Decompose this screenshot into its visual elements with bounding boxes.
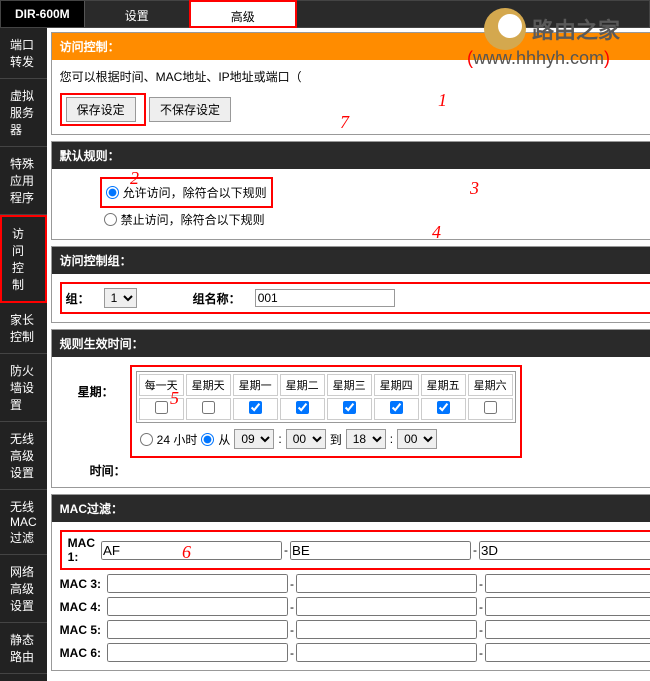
time-24h-radio[interactable] — [140, 433, 153, 446]
mac1-1[interactable] — [290, 541, 471, 560]
sidebar-item-parental[interactable]: 家长控制 — [0, 303, 47, 354]
sidebar-item-wireless-adv[interactable]: 无线高级设置 — [0, 422, 47, 490]
watermark-logo: 路由之家 — [484, 8, 620, 50]
model-label: DIR-600M — [1, 1, 85, 27]
default-rule-title: 默认规则： — [52, 142, 650, 169]
time-label: 时间： — [90, 464, 126, 478]
deny-radio[interactable] — [104, 213, 117, 226]
sidebar-item-virtual-server[interactable]: 虚拟服务器 — [0, 79, 47, 147]
sidebar: 端口转发 虚拟服务器 特殊应用程序 访问控制 家长控制 防火墙设置 无线高级设置… — [0, 28, 47, 681]
time-m1[interactable]: 00 — [286, 429, 326, 449]
tab-settings[interactable]: 设置 — [85, 1, 190, 27]
sidebar-item-access-control[interactable]: 访问控制 — [0, 215, 47, 303]
sidebar-item-network-adv[interactable]: 网络高级设置 — [0, 555, 47, 623]
anno-7: 7 — [340, 112, 349, 133]
anno-5: 5 — [170, 388, 179, 409]
mac4-label: MAC 4: — [60, 600, 101, 614]
day-table: 每一天 星期天 星期一 星期二 星期三 星期四 星期五 星期六 — [136, 371, 516, 423]
anno-1: 1 — [438, 90, 447, 111]
day-check-wed[interactable] — [343, 401, 356, 414]
group-title: 访问控制组： — [52, 247, 650, 274]
group-select[interactable]: 1 — [104, 288, 137, 308]
day-check-mon[interactable] — [249, 401, 262, 414]
group-name-label: 组名称： — [193, 290, 241, 307]
logo-text: 路由之家 — [532, 13, 620, 45]
schedule-title: 规则生效时间： — [52, 330, 650, 357]
nosave-button[interactable]: 不保存设定 — [149, 97, 231, 122]
time-from-label: 从 — [218, 431, 230, 448]
allow-label: 允许访问，除符合以下规则 — [123, 184, 267, 201]
mac5-label: MAC 5: — [60, 623, 101, 637]
sidebar-item-firewall[interactable]: 防火墙设置 — [0, 354, 47, 422]
watermark-url: (www.hhhyh.com) — [467, 48, 610, 69]
day-check-fri[interactable] — [437, 401, 450, 414]
week-label: 星期： — [78, 385, 114, 399]
sidebar-item-mac-filter[interactable]: 无线MAC过滤 — [0, 490, 47, 555]
mac-title: MAC过滤： — [52, 495, 650, 522]
day-check-tue[interactable] — [296, 401, 309, 414]
logo-icon — [484, 8, 526, 50]
anno-3: 3 — [470, 178, 479, 199]
mac1-label: MAC 1: — [68, 536, 95, 564]
day-check-thu[interactable] — [390, 401, 403, 414]
save-button[interactable]: 保存设定 — [66, 97, 136, 122]
time-to-label: 到 — [330, 431, 342, 448]
sidebar-item-static-route[interactable]: 静态路由 — [0, 623, 47, 674]
mac1-0[interactable] — [101, 541, 282, 560]
anno-2: 2 — [130, 168, 139, 189]
anno-4: 4 — [432, 222, 441, 243]
access-desc: 您可以根据时间、MAC地址、IP地址或端口（ — [60, 68, 650, 85]
mac6-label: MAC 6: — [60, 646, 101, 660]
group-label: 组： — [66, 290, 90, 307]
deny-label: 禁止访问，除符合以下规则 — [121, 211, 265, 228]
day-check-all[interactable] — [155, 401, 168, 414]
anno-6: 6 — [182, 542, 191, 563]
time-h1[interactable]: 09 — [234, 429, 274, 449]
sidebar-item-port-forward[interactable]: 端口转发 — [0, 28, 47, 79]
deny-rule-row[interactable]: 禁止访问，除符合以下规则 — [104, 211, 650, 228]
time-24h-label: 24 小时 — [157, 431, 198, 448]
time-m2[interactable]: 00 — [397, 429, 437, 449]
tab-advanced[interactable]: 高级 — [189, 0, 297, 28]
mac1-2[interactable] — [479, 541, 650, 560]
allow-radio[interactable] — [106, 186, 119, 199]
sidebar-item-special-app[interactable]: 特殊应用程序 — [0, 147, 47, 215]
time-h2[interactable]: 18 — [346, 429, 386, 449]
group-name-input[interactable] — [255, 289, 395, 307]
time-range-radio[interactable] — [201, 433, 214, 446]
day-check-sat[interactable] — [484, 401, 497, 414]
mac3-label: MAC 3: — [60, 577, 101, 591]
day-check-sun[interactable] — [202, 401, 215, 414]
